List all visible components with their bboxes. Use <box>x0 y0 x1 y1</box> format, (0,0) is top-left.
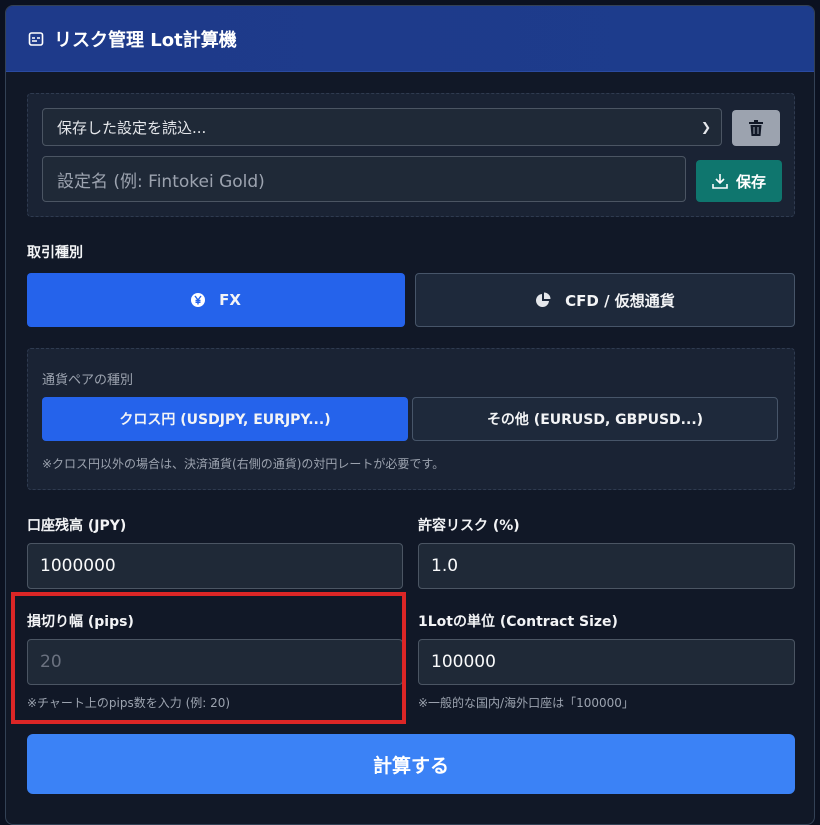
trade-type-label: 取引種別 <box>27 245 83 261</box>
yen-icon <box>191 293 206 307</box>
pair-type-note: ※クロス円以外の場合は、決済通貨(右側の通貨)の対円レートが必要です。 <box>42 457 445 471</box>
trade-type-fx[interactable]: FX <box>27 273 405 327</box>
pair-type-cross-yen-label: クロス円 (USDJPY, EURJPY...) <box>119 412 331 428</box>
risk-input[interactable]: 1.0 <box>418 543 795 589</box>
save-preset-button[interactable]: 保存 <box>696 160 782 202</box>
balance-value: 1000000 <box>40 556 116 576</box>
save-label: 保存 <box>735 172 766 191</box>
pair-type-other-label: その他 (EURUSD, GBPUSD...) <box>486 412 704 428</box>
trade-type-cfd-label: CFD / 仮想通貨 <box>565 291 675 310</box>
preset-name-placeholder: 設定名 (例: Fintokei Gold) <box>57 171 265 192</box>
preset-panel: 保存した設定を読込... ❯ 設定名 (例: Fintokei Gold) 保存 <box>27 93 795 217</box>
calculator-icon <box>28 31 44 46</box>
delete-preset-button[interactable] <box>732 110 780 146</box>
page-title: リスク管理 Lot計算機 <box>54 29 237 51</box>
stop-loss-highlight <box>11 592 406 724</box>
calculate-label: 計算する <box>372 754 449 777</box>
balance-input[interactable]: 1000000 <box>27 543 403 589</box>
pair-type-cross-yen[interactable]: クロス円 (USDJPY, EURJPY...) <box>42 397 408 441</box>
pair-type-panel: 通貨ペアの種別 クロス円 (USDJPY, EURJPY...) その他 (EU… <box>27 348 795 490</box>
contract-input[interactable]: 100000 <box>418 639 795 685</box>
risk-value: 1.0 <box>431 556 459 576</box>
contract-hint: ※一般的な国内/海外口座は「100000」 <box>418 696 634 710</box>
contract-value: 100000 <box>431 652 496 672</box>
preset-select-value: 保存した設定を読込... <box>57 118 207 137</box>
calculator-card: リスク管理 Lot計算機 保存した設定を読込... ❯ 設定名 (例: Fint… <box>5 5 815 825</box>
pair-type-label: 通貨ペアの種別 <box>42 373 134 388</box>
trade-type-cfd[interactable]: CFD / 仮想通貨 <box>415 273 795 327</box>
chevron-down-icon: ❯ <box>700 120 711 134</box>
contract-label: 1Lotの単位 (Contract Size) <box>418 614 618 630</box>
calculate-button[interactable]: 計算する <box>27 734 795 794</box>
balance-label: 口座残高 (JPY) <box>27 518 127 534</box>
preset-select[interactable]: 保存した設定を読込... ❯ <box>42 108 722 146</box>
pair-type-other[interactable]: その他 (EURUSD, GBPUSD...) <box>412 397 778 441</box>
pie-chart-icon <box>536 292 551 307</box>
trade-type-fx-label: FX <box>219 291 241 309</box>
card-header: リスク管理 Lot計算機 <box>6 6 814 72</box>
risk-label: 許容リスク (%) <box>418 518 520 534</box>
download-icon <box>712 174 728 189</box>
preset-name-input[interactable]: 設定名 (例: Fintokei Gold) <box>42 156 686 202</box>
trash-icon <box>749 120 763 136</box>
